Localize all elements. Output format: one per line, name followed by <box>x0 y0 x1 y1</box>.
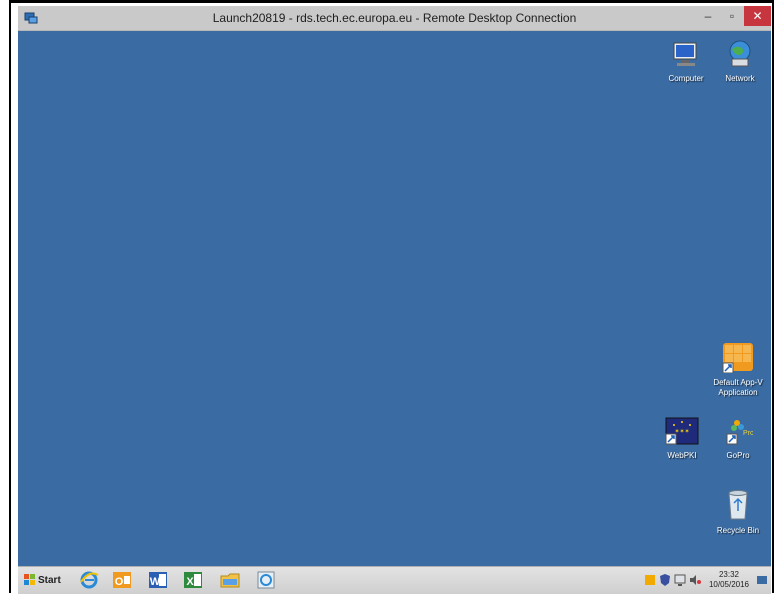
recycle-bin-icon <box>728 490 748 520</box>
desktop-area[interactable]: Computer Network Default App-V Applicati… <box>18 31 771 566</box>
desktop-icon-label: Recycle Bin <box>716 526 760 535</box>
file-explorer-icon[interactable] <box>220 570 240 590</box>
taskbar: Start O W X 23:32 10/05/2016 <box>18 566 771 594</box>
network-icon <box>729 40 751 67</box>
outer-frame-left <box>9 0 11 593</box>
close-button[interactable]: ✕ <box>744 6 771 26</box>
internet-explorer-alt-icon[interactable] <box>256 570 276 590</box>
title-bar[interactable]: Launch20819 - rds.tech.ec.europa.eu - Re… <box>18 6 771 31</box>
window-title: Launch20819 - rds.tech.ec.europa.eu - Re… <box>212 11 577 25</box>
desktop-icon-recycle-bin[interactable]: Recycle Bin <box>710 487 766 536</box>
maximize-button[interactable]: ▫ <box>720 6 744 26</box>
outer-frame-top <box>9 0 774 3</box>
clock-time: 23:32 <box>718 570 740 579</box>
tray-app-icon[interactable] <box>644 572 656 588</box>
svg-text:✶✶✶: ✶✶✶ <box>674 428 689 435</box>
windows-logo-icon <box>24 574 35 585</box>
taskbar-clock[interactable]: 23:32 10/05/2016 <box>708 570 750 590</box>
svg-text:X: X <box>186 576 194 588</box>
desktop-icon-webpki[interactable]: ✶✶✶ WebPKI <box>654 416 710 461</box>
outlook-icon[interactable]: O <box>112 570 132 590</box>
desktop-icon-computer[interactable]: Computer <box>658 41 714 84</box>
desktop-icon-network[interactable]: Network <box>712 39 768 84</box>
svg-text:W: W <box>150 576 161 588</box>
svg-text:Pro: Pro <box>743 430 753 437</box>
desktop-icon-label: Computer <box>668 74 704 83</box>
minimize-button[interactable]: – <box>696 6 720 26</box>
clock-date: 10/05/2016 <box>708 580 750 589</box>
internet-explorer-icon[interactable] <box>79 570 99 590</box>
gopro-icon: Pro <box>726 420 754 445</box>
webpki-icon: ✶✶✶ <box>665 417 699 445</box>
display-icon[interactable] <box>674 572 686 588</box>
show-desktop-icon[interactable] <box>756 572 768 588</box>
desktop-icon-label: Network <box>725 74 755 83</box>
desktop-icon-gopro[interactable]: Pro GoPro <box>710 416 766 461</box>
desktop-icon-appv[interactable]: Default App-V Application <box>710 339 766 398</box>
excel-icon[interactable]: X <box>183 570 203 590</box>
desktop-icon-label: WebPKI <box>667 451 697 460</box>
volume-muted-icon[interactable] <box>689 572 701 588</box>
desktop-icon-label: GoPro <box>726 451 750 460</box>
security-shield-icon[interactable] <box>659 572 671 588</box>
start-label: Start <box>38 574 61 586</box>
app-v-icon <box>722 343 753 374</box>
start-button[interactable]: Start <box>22 571 65 589</box>
desktop-icon-label: Default App-V Application <box>713 378 763 397</box>
remote-desktop-window: Launch20819 - rds.tech.ec.europa.eu - Re… <box>18 6 771 594</box>
word-icon[interactable]: W <box>148 570 168 590</box>
computer-icon <box>673 42 697 66</box>
outer-frame-right <box>772 0 774 593</box>
svg-text:O: O <box>115 576 124 588</box>
